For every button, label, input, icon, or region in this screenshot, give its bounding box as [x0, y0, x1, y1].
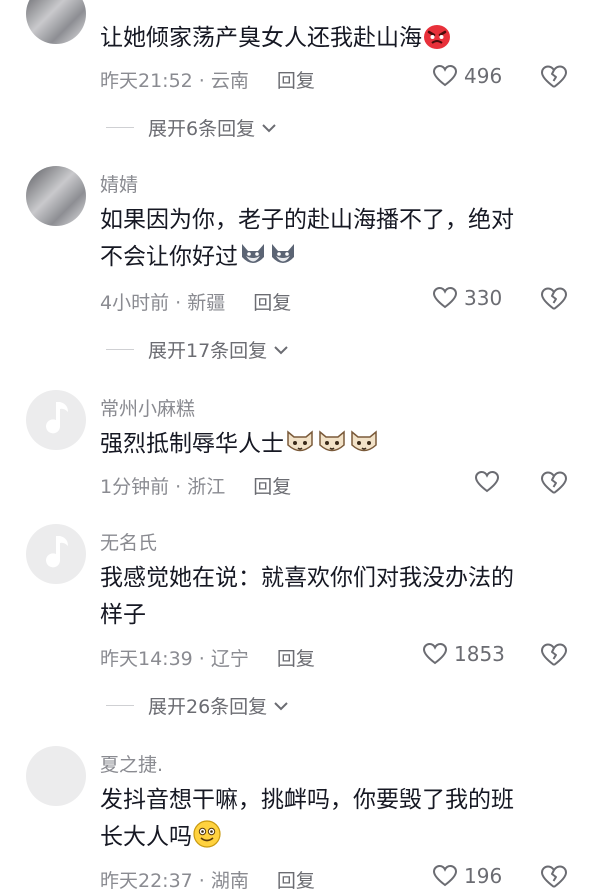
dislike-button[interactable] — [540, 470, 568, 500]
comment-meta: 1分钟前 · 浙江 回复 — [100, 476, 292, 498]
broken-heart-icon — [541, 471, 568, 494]
chevron-down-icon — [274, 701, 288, 710]
heart-icon — [432, 286, 458, 309]
heart-icon — [422, 642, 448, 665]
avatar[interactable] — [26, 390, 86, 450]
angry-face-icon — [422, 22, 452, 62]
like-count: 196 — [464, 864, 503, 888]
username[interactable]: 无名氏 — [100, 528, 157, 555]
like-button[interactable]: 330 — [432, 286, 502, 310]
broken-heart-icon — [541, 865, 568, 888]
wolf-face-icon — [268, 241, 298, 281]
comment-text: 如果因为你，老子的赴山海播不了，绝对 不会让你好过 — [100, 202, 560, 281]
reply-button[interactable]: 回复 — [253, 476, 291, 498]
username[interactable]: 常州小麻糕 — [100, 394, 195, 421]
comment-meta: 昨天22:37 · 湖南 回复 — [100, 870, 315, 892]
comment-text: 强烈抵制辱华人士 — [100, 426, 560, 468]
comment-meta: 昨天21:52 · 云南 回复 — [100, 70, 315, 92]
reply-button[interactable]: 回复 — [277, 70, 315, 92]
comment-meta: 4小时前 · 新疆 回复 — [100, 292, 292, 314]
like-count: 330 — [464, 286, 503, 310]
cat-face-icon — [284, 428, 316, 468]
like-count: 1853 — [454, 642, 505, 666]
username[interactable]: 婧婧 — [100, 170, 138, 197]
reply-button[interactable]: 回复 — [277, 870, 315, 892]
like-button[interactable]: 496 — [432, 64, 502, 88]
chevron-down-icon — [274, 345, 288, 354]
heart-icon — [432, 864, 458, 887]
like-button[interactable]: 1853 — [422, 642, 505, 666]
expand-replies-button[interactable]: 展开26条回复 — [106, 692, 289, 719]
default-avatar-icon — [46, 402, 68, 434]
avatar[interactable] — [26, 746, 86, 806]
cat-face-icon — [348, 428, 380, 468]
dislike-button[interactable] — [540, 642, 568, 672]
dislike-button[interactable] — [540, 64, 568, 94]
chevron-down-icon — [262, 123, 276, 132]
expand-replies-button[interactable]: 展开6条回复 — [106, 114, 277, 141]
comment-meta: 昨天14:39 · 辽宁 回复 — [100, 648, 315, 670]
divider-line — [106, 705, 134, 706]
heart-icon — [474, 470, 500, 493]
dislike-button[interactable] — [540, 864, 568, 894]
cat-face-icon — [316, 428, 348, 468]
default-avatar-icon — [46, 536, 68, 568]
broken-heart-icon — [541, 65, 568, 88]
reply-button[interactable]: 回复 — [253, 292, 291, 314]
like-button[interactable]: 196 — [432, 864, 502, 888]
username[interactable]: 夏之捷. — [100, 750, 163, 777]
smile-face-icon — [192, 819, 222, 861]
avatar[interactable] — [26, 524, 86, 584]
like-count: 496 — [464, 64, 503, 88]
like-button[interactable] — [474, 470, 500, 494]
divider-line — [106, 127, 134, 128]
avatar[interactable] — [26, 166, 86, 226]
dislike-button[interactable] — [540, 286, 568, 316]
comment-text: 我感觉她在说：就喜欢你们对我没办法的 样子 — [100, 565, 514, 628]
avatar[interactable] — [26, 0, 86, 44]
comment-text: 发抖音想干嘛，挑衅吗，你要毁了我的班 长大人吗 — [100, 782, 560, 861]
wolf-face-icon — [238, 241, 268, 281]
divider-line — [106, 349, 134, 350]
reply-button[interactable]: 回复 — [277, 648, 315, 670]
expand-replies-button[interactable]: 展开17条回复 — [106, 336, 289, 363]
broken-heart-icon — [541, 287, 568, 310]
heart-icon — [432, 64, 458, 87]
comment-text: 让她倾家荡产臭女人还我赴山海 — [100, 20, 560, 62]
broken-heart-icon — [541, 643, 568, 666]
